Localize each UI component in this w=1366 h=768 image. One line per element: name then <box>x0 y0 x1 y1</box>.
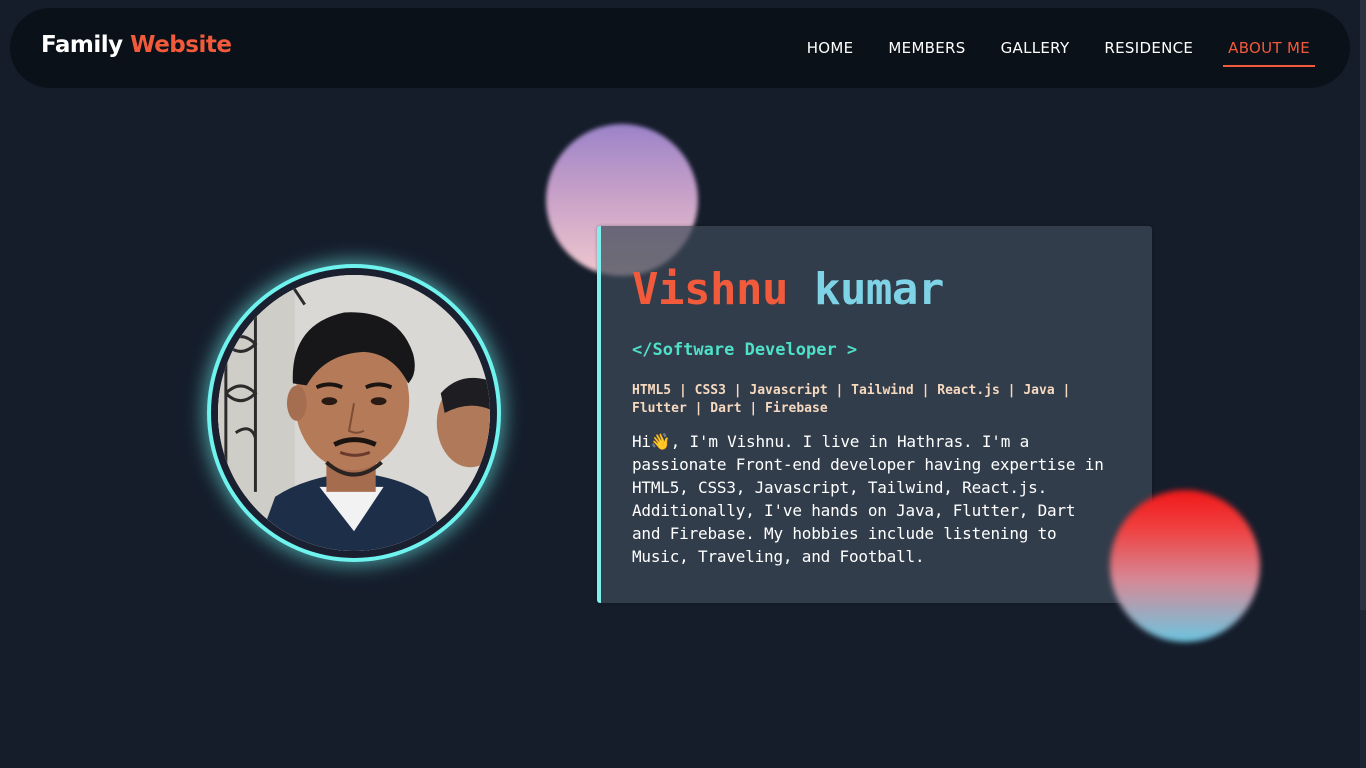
decorative-blob-red <box>1110 490 1260 642</box>
last-name: kumar <box>813 264 944 315</box>
scrollbar[interactable] <box>1360 0 1366 768</box>
nav-home[interactable]: HOME <box>807 29 854 67</box>
profile-role: </Software Developer > <box>632 340 858 360</box>
brand-logo[interactable]: Family Website <box>41 32 232 58</box>
profile-photo-icon <box>218 275 490 551</box>
brand-part1: Family <box>41 32 123 58</box>
nav-residence[interactable]: RESIDENCE <box>1104 29 1193 67</box>
scrollbar-thumb[interactable] <box>1360 0 1366 610</box>
brand-part2: Website <box>130 32 232 58</box>
profile-photo <box>218 275 490 551</box>
nav-members[interactable]: MEMBERS <box>888 29 965 67</box>
profile-card: Vishnu kumar </Software Developer > HTML… <box>597 226 1152 603</box>
nav-about-me[interactable]: ABOUT ME <box>1223 29 1315 67</box>
profile-name: Vishnu kumar <box>632 264 944 315</box>
avatar <box>207 264 501 562</box>
profile-bio: Hi👋, I'm Vishnu. I live in Hathras. I'm … <box>632 432 1104 566</box>
nav-gallery[interactable]: GALLERY <box>1001 29 1070 67</box>
skills-list: HTML5 | CSS3 | Javascript | Tailwind | R… <box>632 383 1071 416</box>
nav-links: HOME MEMBERS GALLERY RESIDENCE ABOUT ME <box>807 8 1315 88</box>
first-name: Vishnu <box>632 264 788 315</box>
navbar: Family Website HOME MEMBERS GALLERY RESI… <box>10 8 1350 88</box>
page: Family Website HOME MEMBERS GALLERY RESI… <box>0 0 1366 768</box>
